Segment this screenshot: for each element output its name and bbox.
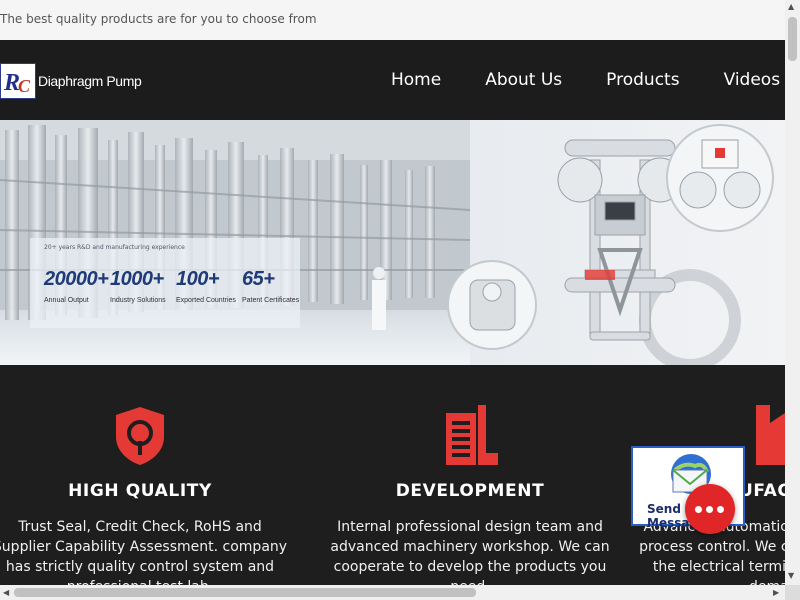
- logo-icon: R C: [0, 63, 36, 99]
- navigation-bar: R C Diaphragm Pump Home About Us Product…: [0, 40, 785, 120]
- building-icon: [446, 405, 498, 465]
- feature-development: DEVELOPMENT Internal professional design…: [320, 365, 620, 585]
- stats-card: 20+ years R&D and manufacturing experien…: [30, 238, 300, 328]
- main-menu: Home About Us Products Videos: [391, 70, 785, 90]
- scrollbar-thumb[interactable]: [788, 17, 797, 61]
- feature-title: HIGH QUALITY: [68, 481, 212, 501]
- brand-name: Diaphragm Pump: [38, 73, 142, 89]
- scroll-up-arrow-icon[interactable]: ▲: [788, 2, 794, 11]
- nav-videos[interactable]: Videos: [724, 70, 781, 90]
- stats-heading: 20+ years R&D and manufacturing experien…: [44, 244, 185, 251]
- nav-about-us[interactable]: About Us: [485, 70, 562, 90]
- tagline: The best quality products are for you to…: [0, 12, 317, 26]
- dot-icon: [717, 506, 724, 513]
- shield-icon: [116, 407, 164, 465]
- scrollbar-thumb[interactable]: [14, 588, 476, 597]
- nav-home[interactable]: Home: [391, 70, 441, 90]
- feature-high-quality: HIGH QUALITY Trust Seal, Credit Check, R…: [0, 365, 290, 585]
- dot-icon: [695, 506, 702, 513]
- top-bar: The best quality products are for you to…: [0, 0, 785, 40]
- feature-title: DEVELOPMENT: [395, 481, 545, 501]
- chat-button[interactable]: [685, 484, 735, 534]
- stats-row: 20000+ Annual Output 1000+ Industry Solu…: [44, 268, 308, 304]
- scrollbar-corner: [785, 585, 800, 600]
- vertical-scrollbar[interactable]: ▲ ▼: [785, 0, 800, 585]
- scroll-down-arrow-icon[interactable]: ▼: [788, 571, 794, 580]
- stat-label: Patent Certificates: [242, 297, 300, 304]
- scroll-right-arrow-icon[interactable]: ▶: [773, 588, 779, 597]
- hero-banner[interactable]: 20+ years R&D and manufacturing experien…: [0, 120, 785, 365]
- stat-exported-countries: 100+ Exported Countries: [176, 268, 242, 304]
- scroll-left-arrow-icon[interactable]: ◀: [3, 588, 9, 597]
- stat-label: Exported Countries: [176, 297, 236, 304]
- stat-industry-solutions: 1000+ Industry Solutions: [110, 268, 176, 304]
- nav-products[interactable]: Products: [606, 70, 679, 90]
- stat-label: Annual Output: [44, 297, 89, 304]
- page-viewport: The best quality products are for you to…: [0, 0, 785, 585]
- stat-value: 20000+: [44, 268, 109, 290]
- stat-patent-certificates: 65+ Patent Certificates: [242, 268, 308, 304]
- factory-icon: [756, 405, 785, 465]
- stat-value: 1000+: [110, 268, 164, 290]
- stat-value: 65+: [242, 268, 275, 290]
- feature-description: Internal professional design team and ad…: [330, 519, 610, 585]
- stat-value: 100+: [176, 268, 220, 290]
- dot-icon: [706, 506, 713, 513]
- logo-link[interactable]: R C Diaphragm Pump: [0, 63, 142, 99]
- stat-label: Industry Solutions: [110, 297, 166, 304]
- pump-product-image: [447, 124, 774, 365]
- feature-description: Trust Seal, Credit Check, RoHS and Suppl…: [0, 519, 288, 585]
- horizontal-scrollbar[interactable]: ◀ ▶: [0, 585, 785, 600]
- stat-annual-output: 20000+ Annual Output: [44, 268, 110, 304]
- logo-letter-c: C: [18, 76, 31, 96]
